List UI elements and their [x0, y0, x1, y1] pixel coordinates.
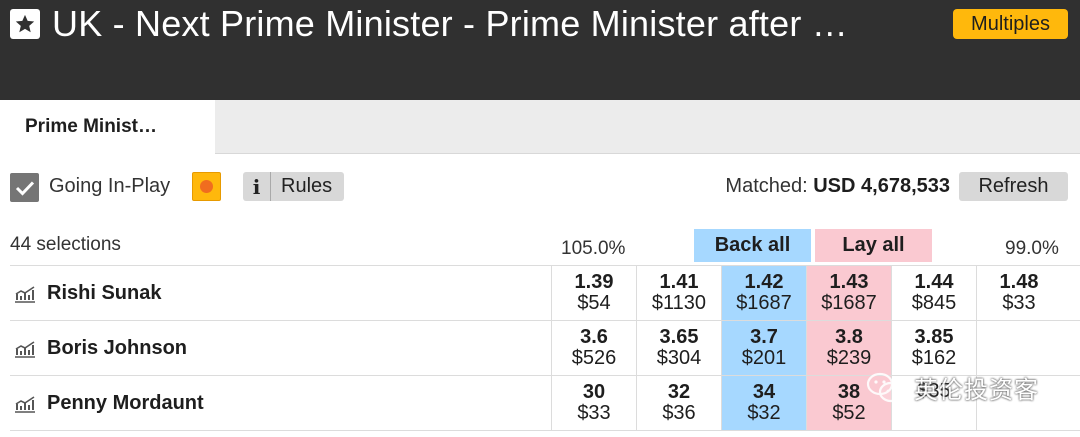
back-price-cell[interactable]: 34 $32 [721, 376, 806, 430]
odds-price: 3.65 [659, 326, 699, 348]
chart-icon[interactable] [13, 394, 37, 414]
matched-amount: Matched: USD 4,678,533 [725, 175, 950, 198]
available-stake: $845 [911, 292, 957, 314]
available-stake: $162 [911, 347, 957, 369]
available-stake: $32 [747, 402, 781, 424]
back-book-percentage: 105.0% [561, 238, 626, 259]
back-all-button[interactable]: Back all [694, 229, 811, 262]
going-inplay-checkbox[interactable] [10, 173, 39, 202]
available-stake: $1687 [736, 292, 792, 314]
available-stake: $33 [577, 402, 611, 424]
available-stake: $54 [577, 292, 611, 314]
market-title: UK - Next Prime Minister - Prime Ministe… [52, 3, 848, 44]
multiples-button[interactable]: Multiples [953, 9, 1068, 39]
matched-value: USD 4,678,533 [813, 175, 950, 197]
favourite-button[interactable] [10, 9, 40, 39]
chart-icon[interactable] [13, 284, 37, 304]
rules-label: Rules [281, 175, 333, 197]
matched-label: Matched: [725, 175, 808, 197]
available-stake: $52 [832, 402, 866, 424]
back-price-cell[interactable]: 1.39 $54 [551, 266, 636, 320]
odds-price: 32 [667, 381, 691, 403]
star-icon [15, 14, 35, 33]
odds-price: 1.48 [999, 271, 1039, 293]
lay-book-percentage: 99.0% [1005, 238, 1059, 259]
selections-count: 44 selections [10, 234, 121, 255]
back-price-cell[interactable]: 1.42 $1687 [721, 266, 806, 320]
runner-name[interactable]: Penny Mordaunt [47, 392, 204, 415]
odds-price: 3.85 [914, 326, 954, 348]
lay-all-button[interactable]: Lay all [815, 229, 932, 262]
lay-price-cell[interactable]: 1.43 $1687 [806, 266, 891, 320]
lay-price-cell[interactable] [976, 321, 1061, 375]
available-stake: $304 [656, 347, 702, 369]
back-price-cell[interactable]: 3.7 $201 [721, 321, 806, 375]
odds-price: 30 [582, 381, 606, 403]
odds-price: 1.43 [829, 271, 869, 293]
info-icon: i [243, 172, 271, 201]
going-inplay-label[interactable]: Going In-Play [49, 175, 170, 198]
available-stake: $1130 [651, 292, 707, 314]
available-stake: $1687 [821, 292, 877, 314]
available-stake: $201 [741, 347, 787, 369]
odds-price: 1.39 [574, 271, 614, 293]
watermark: 英伦投资客 [866, 370, 1039, 405]
odds-price: 3.7 [750, 326, 778, 348]
odds-price: 1.42 [744, 271, 784, 293]
wechat-icon [866, 372, 904, 402]
back-price-cell[interactable]: 32 $36 [636, 376, 721, 430]
market-header: UK - Next Prime Minister - Prime Ministe… [0, 0, 1080, 100]
rules-button[interactable]: i Rules [243, 172, 344, 201]
available-stake: $239 [826, 347, 872, 369]
runner-name[interactable]: Boris Johnson [47, 337, 187, 360]
back-price-cell[interactable]: 3.6 $526 [551, 321, 636, 375]
back-price-cell[interactable]: 1.41 $1130 [636, 266, 721, 320]
lay-price-cell[interactable]: 3.85 $162 [891, 321, 976, 375]
odds-price: 3.8 [835, 326, 863, 348]
odds-price: 34 [752, 381, 776, 403]
odds-price: 1.44 [914, 271, 954, 293]
chart-icon[interactable] [13, 339, 37, 359]
lay-price-cell[interactable]: 3.8 $239 [806, 321, 891, 375]
available-stake: $526 [571, 347, 617, 369]
watermark-text: 英伦投资客 [914, 377, 1039, 404]
odds-price: 1.41 [659, 271, 699, 293]
tab-prime-minister[interactable]: Prime Minist… [0, 100, 215, 155]
available-stake: $33 [1002, 292, 1036, 314]
checkmark-icon [15, 180, 34, 196]
refresh-button[interactable]: Refresh [959, 172, 1068, 201]
runner-row: Rishi Sunak 1.39 $54 1.41 $1130 1.42 $1687 1.43… [10, 266, 1080, 321]
odds-price: 3.6 [580, 326, 608, 348]
runner-name[interactable]: Rishi Sunak [47, 282, 161, 305]
back-price-cell[interactable]: 3.65 $304 [636, 321, 721, 375]
lay-price-cell[interactable]: 1.48 $33 [976, 266, 1061, 320]
inplay-indicator-icon [192, 172, 221, 201]
back-price-cell[interactable]: 30 $33 [551, 376, 636, 430]
available-stake: $36 [662, 402, 696, 424]
lay-price-cell[interactable]: 1.44 $845 [891, 266, 976, 320]
runner-row: Boris Johnson 3.6 $526 3.65 $304 3.7 $201 3.8 $2… [10, 321, 1080, 376]
